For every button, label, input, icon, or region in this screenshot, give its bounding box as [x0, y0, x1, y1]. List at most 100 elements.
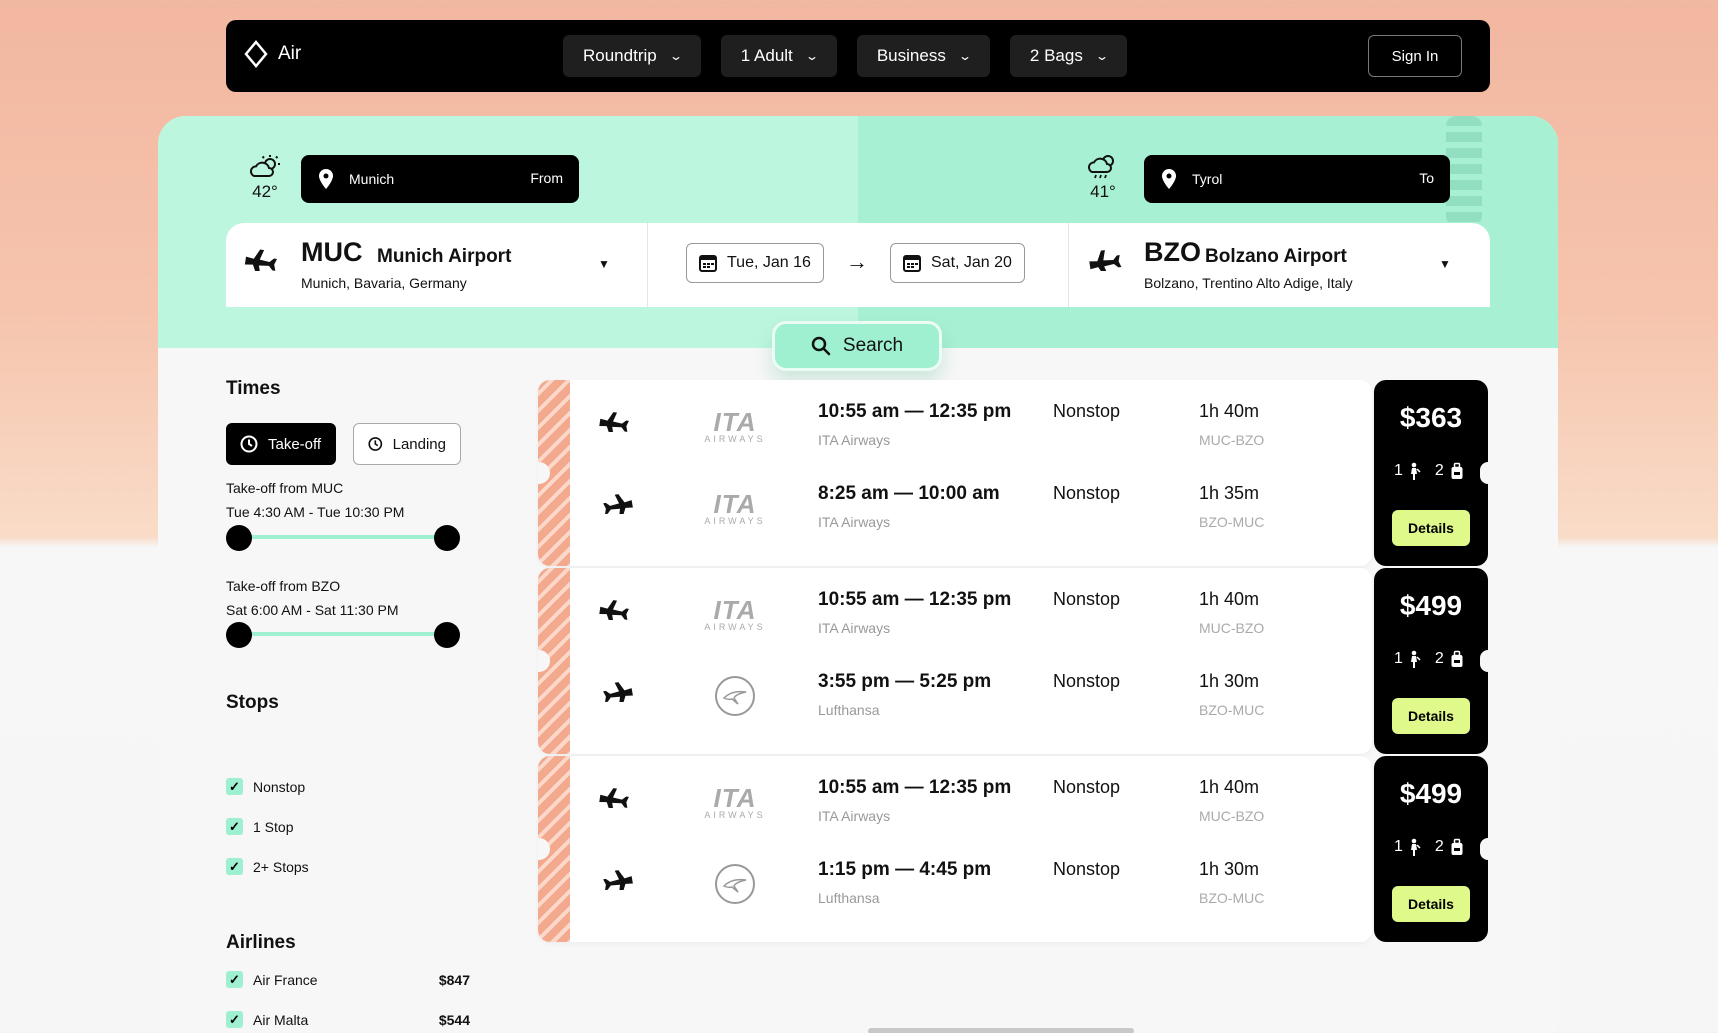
price-value: $499 — [1399, 778, 1463, 809]
ita-logo-subtext: AIRWAYS — [704, 809, 766, 820]
flight-times: 8:25 am — 10:00 am — [818, 483, 1000, 504]
destination-airport-selector[interactable]: BZO Bolzano Airport Bolzano, Trentino Al… — [1069, 223, 1490, 307]
stop-filter-nonstop[interactable]: ✓ Nonstop — [226, 778, 470, 795]
pagoda-illustration — [1446, 116, 1482, 226]
chevron-down-icon: ⌄ — [1094, 49, 1109, 63]
slider-max-handle[interactable] — [434, 525, 460, 551]
clock-icon — [368, 437, 383, 451]
destination-place-label: To — [1419, 170, 1434, 186]
clock-icon — [240, 435, 258, 453]
search-button[interactable]: Search — [772, 321, 942, 371]
cabin-dropdown[interactable]: Business ⌄ — [856, 35, 990, 77]
plane-return-icon — [603, 870, 633, 895]
details-button[interactable]: Details — [1392, 698, 1470, 734]
route-codes: MUC-BZO — [1199, 808, 1265, 824]
ticket-notch — [1480, 462, 1496, 484]
leg-plane — [598, 596, 634, 625]
caret-down-icon[interactable]: ▼ — [598, 257, 610, 271]
airline-option-price: $847 — [438, 971, 470, 988]
slider-min-handle[interactable] — [226, 525, 252, 551]
date-range: Tue, Jan 16 → Sat, Jan 20 — [648, 223, 1069, 307]
airline-name: ITA Airways — [818, 514, 891, 530]
range2-value: Sat 6:00 AM - Sat 11:30 PM — [226, 602, 399, 618]
person-icon — [1410, 650, 1421, 668]
bags-dropdown[interactable]: 2 Bags ⌄ — [1009, 35, 1127, 77]
airline-filter-air-malta[interactable]: ✓ Air Malta $544 — [226, 1011, 470, 1028]
plane-takeoff-icon — [599, 412, 629, 437]
ita-logo-text: ITA — [713, 488, 757, 519]
ita-logo-text: ITA — [713, 782, 757, 813]
depart-date-picker[interactable]: Tue, Jan 16 — [686, 243, 824, 283]
origin-place-value: Munich — [349, 171, 395, 187]
route-codes: MUC-BZO — [1199, 432, 1265, 448]
duration-value: 1h 40m — [1199, 777, 1260, 797]
app-title: Air — [278, 43, 302, 64]
return-date-picker[interactable]: Sat, Jan 20 — [890, 243, 1025, 283]
stop-option-label: Nonstop — [253, 778, 306, 795]
stops-value: Nonstop — [1053, 671, 1121, 691]
app-logo[interactable]: Air — [244, 40, 301, 68]
passengers-label: 1 Adult — [740, 46, 793, 65]
slider-max-handle[interactable] — [434, 622, 460, 648]
airline-logo: ITA AIRWAYS — [700, 778, 770, 826]
duration-value: 1h 40m — [1199, 589, 1260, 609]
flight-result-card[interactable]: ITA AIRWAYS 10:55 am — 12:35 pm ITA Airways… — [538, 756, 1496, 942]
details-button[interactable]: Details — [1392, 510, 1470, 546]
bags-label: 2 Bags — [1029, 46, 1083, 65]
bag-count: 2 — [1434, 462, 1444, 479]
cabin-label: Business — [876, 46, 946, 65]
ita-logo-subtext: AIRWAYS — [704, 433, 766, 444]
destination-code: BZO — [1144, 237, 1201, 267]
flight-result-card[interactable]: ITA AIRWAYS 10:55 am — 12:35 pm ITA Airways… — [538, 568, 1496, 754]
flight-result-card[interactable]: ITA AIRWAYS 10:55 am — 12:35 pm ITA Airways… — [538, 380, 1496, 566]
range1-title: Take-off from MUC — [226, 480, 344, 496]
outbound-leg: ITA AIRWAYS 10:55 am — 12:35 pm ITA Airways… — [570, 574, 1372, 654]
check-icon: ✓ — [226, 1011, 243, 1028]
stop-filter-1-stop[interactable]: ✓ 1 Stop — [226, 818, 470, 835]
price-value: $499 — [1399, 590, 1463, 621]
caret-down-icon[interactable]: ▼ — [1439, 257, 1451, 271]
airline-logo — [700, 672, 770, 720]
chevron-down-icon: ⌄ — [804, 49, 819, 63]
trip-options: Roundtrip ⌄ 1 Adult ⌄ Business ⌄ 2 Bags ⌄ — [563, 35, 1127, 77]
passengers-dropdown[interactable]: 1 Adult ⌄ — [720, 35, 837, 77]
landing-tab-label: Landing — [392, 435, 446, 453]
sign-in-button[interactable]: Sign In — [1368, 35, 1462, 77]
destination-place-field[interactable]: Tyrol To — [1144, 155, 1450, 203]
trip-type-dropdown[interactable]: Roundtrip ⌄ — [563, 35, 701, 77]
plane-takeoff-icon — [599, 600, 629, 625]
airline-logo: ITA AIRWAYS — [700, 484, 770, 532]
search-icon — [811, 336, 831, 356]
airline-option-label: Air France — [253, 971, 318, 988]
range2-title: Take-off from BZO — [226, 578, 341, 594]
lufthansa-crane-logo — [715, 676, 755, 716]
route-codes: BZO-MUC — [1199, 702, 1265, 718]
origin-place-field[interactable]: Munich From — [301, 155, 579, 203]
flight-result-body: ITA AIRWAYS 10:55 am — 12:35 pm ITA Airways… — [538, 568, 1372, 754]
leg-plane — [598, 678, 634, 707]
flight-times: 1:15 pm — 4:45 pm — [818, 859, 992, 880]
takeoff-bzo-slider[interactable] — [226, 620, 460, 648]
slider-min-handle[interactable] — [226, 622, 252, 648]
landing-tab[interactable]: Landing — [353, 423, 461, 465]
origin-place-label: From — [530, 170, 563, 186]
airline-option-price: $544 — [438, 1011, 470, 1028]
duration-value: 1h 35m — [1199, 483, 1260, 503]
plane-return-icon — [603, 682, 633, 707]
origin-airport-selector[interactable]: MUC Munich Airport Munich, Bavaria, Germ… — [226, 223, 648, 307]
takeoff-tab[interactable]: Take-off — [226, 423, 336, 465]
stop-filter-2-plus-stops[interactable]: ✓ 2+ Stops — [226, 858, 470, 875]
check-icon: ✓ — [226, 858, 243, 875]
partly-cloudy-icon — [250, 155, 280, 177]
ticket-notch — [1480, 838, 1496, 860]
details-button[interactable]: Details — [1392, 886, 1470, 922]
return-leg: ITA AIRWAYS 8:25 am — 10:00 am ITA Airways N… — [570, 468, 1372, 548]
arrow-right-icon: → — [846, 249, 868, 274]
horizontal-scrollbar[interactable] — [868, 1028, 1134, 1033]
outbound-leg: ITA AIRWAYS 10:55 am — 12:35 pm ITA Airways… — [570, 762, 1372, 842]
calendar-icon — [903, 255, 921, 272]
airline-logo: ITA AIRWAYS — [700, 590, 770, 638]
destination-airport-name: Bolzano Airport — [1205, 246, 1347, 267]
takeoff-muc-slider[interactable] — [226, 523, 460, 551]
airline-filter-air-france[interactable]: ✓ Air France $847 — [226, 971, 470, 988]
